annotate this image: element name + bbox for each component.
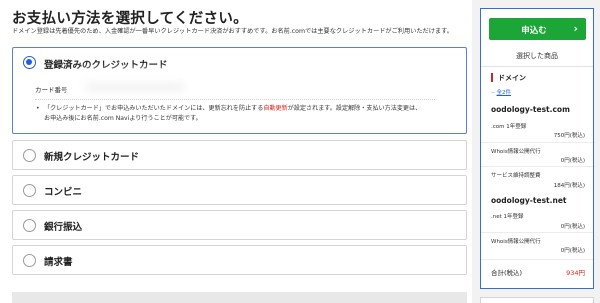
note-line-1: 「クレジットカード」でお申込みいただいたドメインには、更新忘れを防止する自動更新… [44, 104, 421, 114]
chevron-right-icon: › [573, 22, 578, 35]
card-number-masked [75, 77, 195, 97]
radio-new-card[interactable] [23, 149, 36, 162]
selected-products-title: 選択した商品 [516, 52, 558, 60]
line-item-price: 750円(税込) [553, 133, 585, 139]
toggle-label: 全2件 [496, 90, 512, 96]
line-item-price: 0円(税込) [560, 224, 585, 230]
next-section-box [12, 292, 467, 303]
option-label-bank-transfer: 銀行振込 [44, 222, 83, 233]
radio-invoice[interactable] [23, 254, 36, 267]
auto-renew-text: 自動更新 [263, 105, 288, 112]
radio-registered-card[interactable] [23, 56, 36, 69]
line-divider [481, 142, 593, 143]
option-label-new-card: 新規クレジットカード [44, 152, 140, 163]
apply-button-label: 申込む [521, 26, 547, 36]
note-text: 「クレジットカード」でお申込みいただいたドメインには、更新忘れを防止する [44, 105, 264, 112]
note-divider [35, 99, 435, 100]
line-item-name: .com 1年登録 [491, 124, 527, 130]
category-domain: ドメイン [498, 74, 526, 82]
payment-option-new-card[interactable]: 新規クレジットカード [12, 140, 467, 170]
line-item-name: サービス維持調整費 [491, 173, 541, 179]
radio-bank-transfer[interactable] [23, 219, 36, 232]
category-marker [491, 73, 493, 82]
toggle-all-items[interactable]: – 全2件 [492, 88, 511, 96]
total-label: 合計(税込) [491, 269, 523, 277]
payment-option-invoice[interactable]: 請求書 [12, 245, 467, 275]
line-divider [481, 232, 593, 233]
main-content: お支払い方法を選択してください。 ドメイン登録は先着優先のため、入金確認が一番早… [0, 0, 472, 303]
minus-icon: – [492, 90, 495, 96]
sidebar-divider [481, 66, 593, 67]
page-title: お支払い方法を選択してください。 [12, 11, 248, 27]
total-price: 934円 [566, 269, 585, 277]
radio-convenience-store[interactable] [23, 184, 36, 197]
card-number-label: カード番号 [35, 86, 68, 94]
sidebar-secondary-box [480, 297, 594, 303]
note-bullet: • [36, 105, 40, 112]
option-label-registered-card: 登録済みのクレジットカード [44, 60, 168, 71]
line-item-price: 184円(税込) [553, 183, 585, 189]
option-label-invoice: 請求書 [44, 257, 73, 268]
note-text: が設定されます。設定解除・支払い方法変更は、 [287, 105, 422, 112]
option-label-convenience-store: コンビニ [44, 187, 83, 198]
payment-option-convenience-store[interactable]: コンビニ [12, 175, 467, 205]
domain-name: oodology-test.com [491, 105, 570, 114]
apply-button[interactable]: 申込む › [489, 18, 586, 40]
line-item-name: .net 1年登録 [491, 214, 524, 220]
line-item-name: Whois情報公開代行 [491, 149, 541, 155]
total-divider [481, 259, 593, 260]
order-summary-sidebar: 申込む › 選択した商品 ドメイン – 全2件 oodology-test.co… [480, 8, 594, 289]
auto-renew-note: • 「クレジットカード」でお申込みいただいたドメインには、更新忘れを防止する自動… [36, 104, 421, 124]
note-line-2: お申込み後にお名前.com Naviより行うことが可能です。 [44, 115, 202, 122]
payment-option-registered-card[interactable]: 登録済みのクレジットカード カード番号 • 「クレジットカード」でお申込みいただ… [12, 47, 467, 134]
line-item-price: 0円(税込) [560, 158, 585, 164]
line-divider [481, 166, 593, 167]
payment-option-bank-transfer[interactable]: 銀行振込 [12, 210, 467, 240]
domain-name: oodology-test.net [491, 196, 567, 205]
line-item-name: Whois情報公開代行 [491, 239, 541, 245]
line-item-price: 0円(税込) [560, 248, 585, 254]
page-description: ドメイン登録は先着優先のため、入金確認が一番早いクレジットカード決済がおすすめで… [12, 28, 453, 35]
